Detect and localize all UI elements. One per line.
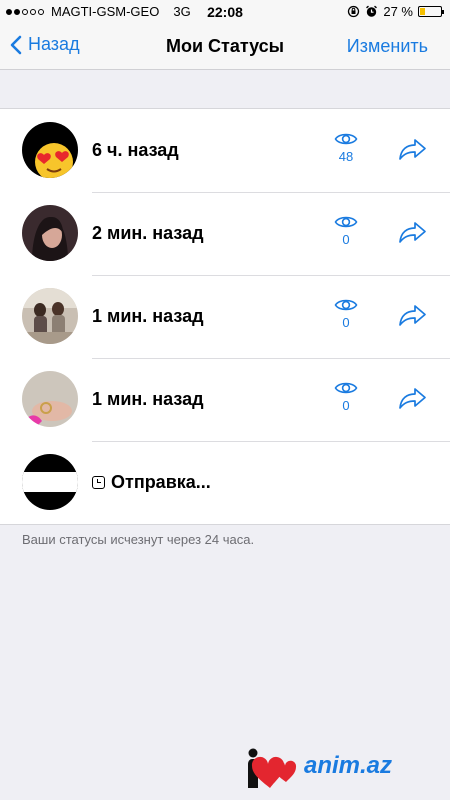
back-button[interactable]: Назад (10, 34, 80, 55)
statuses-expiry-note: Ваши статусы исчезнут через 24 часа. (22, 532, 255, 547)
forward-arrow-icon (399, 222, 426, 243)
battery-percent: 27 % (383, 4, 413, 19)
view-count-value: 0 (342, 315, 350, 330)
sending-label: Отправка... (111, 472, 211, 492)
clock-icon (92, 476, 105, 489)
edit-button[interactable]: Изменить (347, 36, 428, 57)
status-bar: MAGTI-GSM-GEO 3G 22:08 27 % (0, 0, 450, 24)
alarm-icon (366, 5, 378, 17)
view-count[interactable]: 0 (328, 297, 364, 330)
eye-icon (334, 382, 358, 394)
forward-arrow-icon (399, 139, 426, 160)
view-count[interactable]: 48 (328, 131, 364, 164)
sending-status-item[interactable]: Отправка... (0, 441, 450, 524)
status-time: 2 мин. назад (92, 223, 204, 243)
status-time: 1 мин. назад (92, 389, 204, 409)
forward-arrow-icon (399, 305, 426, 326)
couple-hearts-logo-icon (248, 748, 297, 788)
view-count-value: 48 (338, 149, 354, 164)
battery-icon (418, 6, 444, 17)
watermark-text: anim.az (304, 752, 393, 779)
forward-button[interactable] (398, 386, 428, 415)
forward-button[interactable] (398, 137, 428, 166)
status-thumbnail (22, 371, 78, 427)
eye-icon (334, 133, 358, 145)
status-item[interactable]: 6 ч. назад 48 (0, 109, 450, 192)
view-count[interactable]: 0 (328, 214, 364, 247)
status-item[interactable]: 2 мин. назад 0 (0, 192, 450, 275)
view-count[interactable]: 0 (328, 380, 364, 413)
orientation-lock-icon (348, 5, 360, 18)
navigation-bar: Назад Мои Статусы Изменить (0, 24, 450, 70)
status-item[interactable]: 1 мин. назад 0 (0, 358, 450, 441)
status-item[interactable]: 1 мин. назад 0 (0, 275, 450, 358)
status-time: 1 мин. назад (92, 306, 204, 326)
view-count-value: 0 (342, 398, 350, 413)
forward-button[interactable] (398, 220, 428, 249)
status-thumbnail (22, 454, 78, 510)
status-thumbnail (22, 205, 78, 261)
status-bar-right: 27 % (347, 4, 444, 19)
back-button-label: Назад (28, 34, 80, 54)
battery-level (420, 8, 426, 15)
forward-button[interactable] (398, 303, 428, 332)
eye-icon (334, 299, 358, 311)
status-thumbnail (22, 122, 78, 178)
chevron-left-icon (10, 35, 22, 54)
status-list: 6 ч. назад 48 2 мин. назад 0 1 мин. наза… (0, 108, 450, 525)
site-watermark: anim.az (240, 742, 392, 790)
forward-arrow-icon (399, 388, 426, 409)
eye-icon (334, 216, 358, 228)
sending-indicator: Отправка... (92, 472, 211, 493)
status-thumbnail (22, 288, 78, 344)
status-time: 6 ч. назад (92, 140, 179, 160)
view-count-value: 0 (342, 232, 350, 247)
